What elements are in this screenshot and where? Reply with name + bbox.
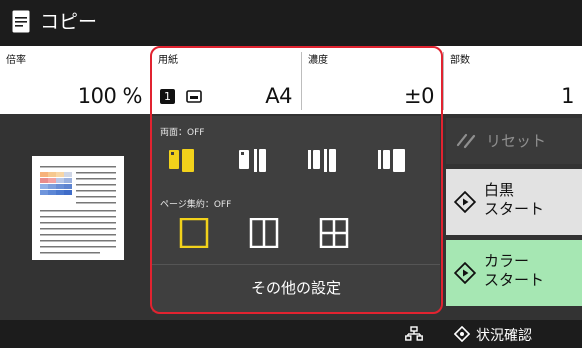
duplex-1to2-option[interactable] <box>234 146 274 176</box>
color-start-line1: カラー <box>484 252 530 270</box>
paper-setting[interactable]: 用紙 1 A4 <box>152 46 300 114</box>
nup-off-option[interactable] <box>174 218 214 248</box>
copy-app-icon <box>12 10 30 33</box>
density-setting[interactable]: 濃度 ±0 <box>302 46 442 114</box>
density-value: ±0 <box>404 84 434 108</box>
ratio-label: 倍率 <box>6 55 26 66</box>
drawer-number: 1 <box>160 89 175 104</box>
other-settings-button[interactable]: その他の設定 <box>152 265 440 312</box>
settings-strip: 倍率 100 % 用紙 1 A4 濃度 ±0 部数 1 <box>0 46 582 114</box>
paper-value: A4 <box>265 84 292 108</box>
color-start-line2: スタート <box>484 271 545 289</box>
duplex-1to1-option[interactable] <box>164 146 204 176</box>
copies-setting[interactable]: 部数 1 <box>444 46 582 114</box>
bw-start-line2: スタート <box>484 200 545 218</box>
network-icon[interactable] <box>405 326 423 342</box>
reset-icon <box>456 133 476 149</box>
reset-button[interactable]: リセット <box>446 118 582 164</box>
nup-2on1-option[interactable] <box>244 218 284 248</box>
status-bar: 状況確認 <box>0 320 582 348</box>
paper-label: 用紙 <box>158 55 178 66</box>
duplex-2to2-option[interactable] <box>304 146 344 176</box>
ratio-value: 100 % <box>77 84 143 108</box>
color-start-label: カラー スタート <box>484 252 544 290</box>
paper-source: 1 <box>160 86 202 105</box>
color-start-button[interactable]: カラー スタート <box>446 240 582 306</box>
bw-start-label: 白黒 スタート <box>484 181 544 219</box>
title-bar: コピー <box>0 0 582 46</box>
document-preview <box>32 156 124 260</box>
status-monitor-button[interactable]: 状況確認 <box>446 320 582 348</box>
duplex-label: 両面：OFF <box>160 128 205 138</box>
duplex-2to1-option[interactable] <box>374 146 414 176</box>
bw-start-button[interactable]: 白黒 スタート <box>446 169 582 235</box>
start-icon <box>454 191 476 213</box>
quick-settings-panel: 両面：OFF ページ集約：OFF その他の設定 <box>152 116 440 312</box>
density-label: 濃度 <box>308 55 328 66</box>
page-title: コピー <box>40 11 98 33</box>
start-icon <box>454 262 476 284</box>
paper-tray-icon <box>186 90 202 103</box>
bw-start-line1: 白黒 <box>484 181 515 199</box>
nup-label: ページ集約：OFF <box>160 200 232 210</box>
copies-label: 部数 <box>450 55 470 66</box>
nup-4on1-option[interactable] <box>314 218 354 248</box>
status-monitor-icon <box>454 326 470 342</box>
copies-value: 1 <box>561 84 574 108</box>
ratio-setting[interactable]: 倍率 100 % <box>0 46 150 114</box>
reset-label: リセット <box>486 132 547 150</box>
status-label: 状況確認 <box>476 328 532 344</box>
copy-screen: コピー 倍率 100 % 用紙 1 A4 濃度 ±0 部数 1 両面：OFF ペ… <box>0 0 582 348</box>
